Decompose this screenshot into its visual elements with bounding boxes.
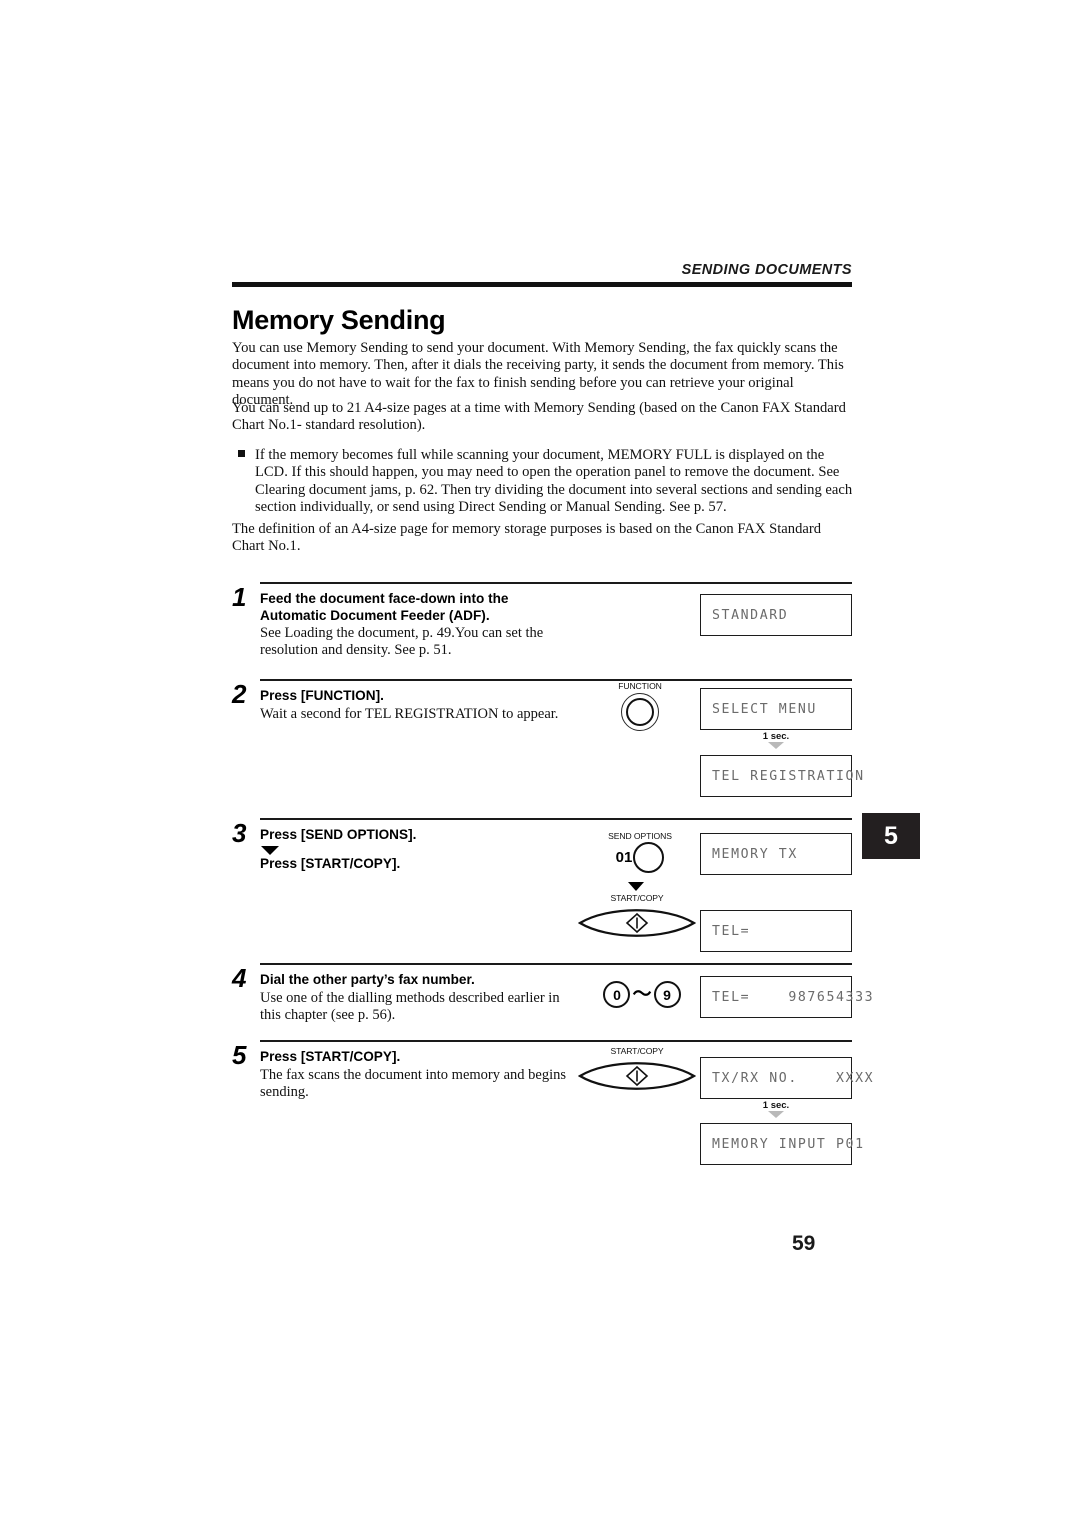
- lcd-tel-registration-text: TEL REGISTRATION: [712, 768, 865, 784]
- lcd-txrx-no: TX/RX NO. XXXX: [700, 1057, 873, 1099]
- lcd-memory-input: MEMORY INPUT P01: [700, 1123, 863, 1165]
- numeric-keypad-range[interactable]: 0 〜 9: [592, 981, 692, 1008]
- step-5-rule: [260, 1040, 852, 1042]
- step-3-body: Press [SEND OPTIONS]. Press [START/COPY]…: [260, 827, 570, 872]
- step-3-heading-line-1: Press [SEND OPTIONS].: [260, 827, 417, 842]
- lcd-tel-number-text: TEL= 987654333: [712, 989, 875, 1005]
- lcd-select-menu-text: SELECT MENU: [712, 701, 817, 717]
- step-1-number: 1: [232, 582, 247, 612]
- lcd-tel-empty: TEL=: [700, 910, 852, 952]
- step-1-body: Feed the document face-down into the Aut…: [260, 591, 570, 660]
- step-3-number: 3: [232, 818, 247, 848]
- manual-page: SENDING DOCUMENTS Memory Sending You can…: [0, 0, 1080, 1528]
- chapter-tab-number: 5: [884, 821, 898, 850]
- lcd-tel-registration: TEL REGISTRATION: [700, 755, 863, 797]
- running-header: SENDING DOCUMENTS: [232, 262, 852, 287]
- start-copy-button-step3-label: START/COPY: [610, 893, 664, 903]
- keypad-range-row: 0 〜 9: [592, 981, 692, 1008]
- lcd-tel-number: TEL= 987654333: [700, 976, 873, 1018]
- lcd-standard-text: STANDARD: [712, 607, 789, 623]
- step-3-flow-arrow-icon: [261, 845, 279, 855]
- step-5-number: 5: [232, 1040, 247, 1070]
- step-2-rule: [260, 679, 852, 681]
- chapter-tab: 5: [862, 813, 920, 859]
- keypad-key-9-icon[interactable]: 9: [653, 981, 681, 1008]
- function-ring-icon: [621, 693, 659, 731]
- header-rule: [232, 282, 852, 287]
- delay-marker-1sec-b: 1 sec.: [741, 1100, 811, 1118]
- step-1-heading-line-1: Feed the document face-down into the: [260, 591, 509, 606]
- keypad-range-tilde: 〜: [632, 983, 652, 1005]
- step-5-heading-line-1: Press [START/COPY].: [260, 1049, 401, 1064]
- start-copy-lens-icon: [578, 904, 696, 942]
- lcd-memory-tx: MEMORY TX: [700, 833, 852, 875]
- send-options-button[interactable]: SEND OPTIONS 01: [596, 831, 684, 873]
- send-options-code: 01: [615, 849, 633, 866]
- send-options-circle-icon: [633, 842, 665, 873]
- closing-paragraph: The definition of an A4-size page for me…: [232, 521, 822, 555]
- step-1-heading-line-2: Automatic Document Feeder (ADF).: [260, 607, 490, 623]
- function-ring-inner-icon: [626, 698, 654, 726]
- square-bullet-icon: [238, 450, 245, 457]
- send-options-button-label: SEND OPTIONS: [608, 831, 672, 841]
- memory-full-note-text: If the memory becomes full while scannin…: [255, 447, 853, 516]
- intro-paragraph-2: You can send up to 21 A4-size pages at a…: [232, 400, 846, 434]
- send-options-circle-row: 01: [596, 842, 684, 873]
- page-number: 59: [792, 1232, 816, 1255]
- step-1-description: See Loading the document, p. 49.You can …: [260, 625, 544, 659]
- step-2-heading-line-1: Press [FUNCTION].: [260, 688, 384, 703]
- lcd-txrx-no-text: TX/RX NO. XXXX: [712, 1070, 875, 1086]
- delay-marker-1sec-a: 1 sec.: [741, 731, 811, 749]
- step-4-description: Use one of the dialling methods describe…: [260, 989, 560, 1023]
- running-header-title: SENDING DOCUMENTS: [681, 262, 852, 278]
- lcd-standard: STANDARD: [700, 594, 852, 636]
- step-2-number: 2: [232, 679, 247, 709]
- delay-triangle-icon: [768, 742, 784, 749]
- step-2-description: Wait a second for TEL REGISTRATION to ap…: [260, 705, 559, 722]
- lcd-select-menu: SELECT MENU: [700, 688, 852, 730]
- delay-marker-1sec-a-label: 1 sec.: [762, 731, 790, 742]
- flow-arrow-down-icon-a: [628, 882, 644, 891]
- lcd-tel-empty-text: TEL=: [712, 923, 751, 939]
- delay-triangle-icon-2: [768, 1111, 784, 1118]
- step-3-heading-line-2: Press [START/COPY].: [260, 855, 401, 871]
- step-4-number: 4: [232, 963, 247, 993]
- step-1-rule: [260, 582, 852, 584]
- start-copy-button-step5[interactable]: START/COPY: [578, 1046, 696, 1095]
- step-4-rule: [260, 963, 852, 965]
- delay-marker-1sec-b-label: 1 sec.: [762, 1100, 790, 1111]
- step-2-body: Press [FUNCTION]. Wait a second for TEL …: [260, 688, 570, 723]
- step-4-heading-line-1: Dial the other party’s fax number.: [260, 972, 475, 987]
- lcd-memory-input-text: MEMORY INPUT P01: [712, 1136, 865, 1152]
- keypad-key-0-icon[interactable]: 0: [603, 981, 631, 1008]
- step-5-description: The fax scans the document into memory a…: [260, 1066, 567, 1100]
- step-5-body: Press [START/COPY]. The fax scans the do…: [260, 1049, 570, 1101]
- function-button-label: FUNCTION: [618, 681, 662, 691]
- function-button[interactable]: FUNCTION: [604, 681, 676, 731]
- page-title: Memory Sending: [232, 305, 446, 335]
- start-copy-button-step5-label: START/COPY: [610, 1046, 664, 1056]
- step-3-rule: [260, 818, 852, 820]
- start-copy-button-step3[interactable]: START/COPY: [578, 893, 696, 942]
- start-copy-lens-icon-2: [578, 1057, 696, 1095]
- lcd-memory-tx-text: MEMORY TX: [712, 846, 798, 862]
- step-4-body: Dial the other party’s fax number. Use o…: [260, 972, 570, 1024]
- memory-full-note: If the memory becomes full while scannin…: [238, 447, 853, 517]
